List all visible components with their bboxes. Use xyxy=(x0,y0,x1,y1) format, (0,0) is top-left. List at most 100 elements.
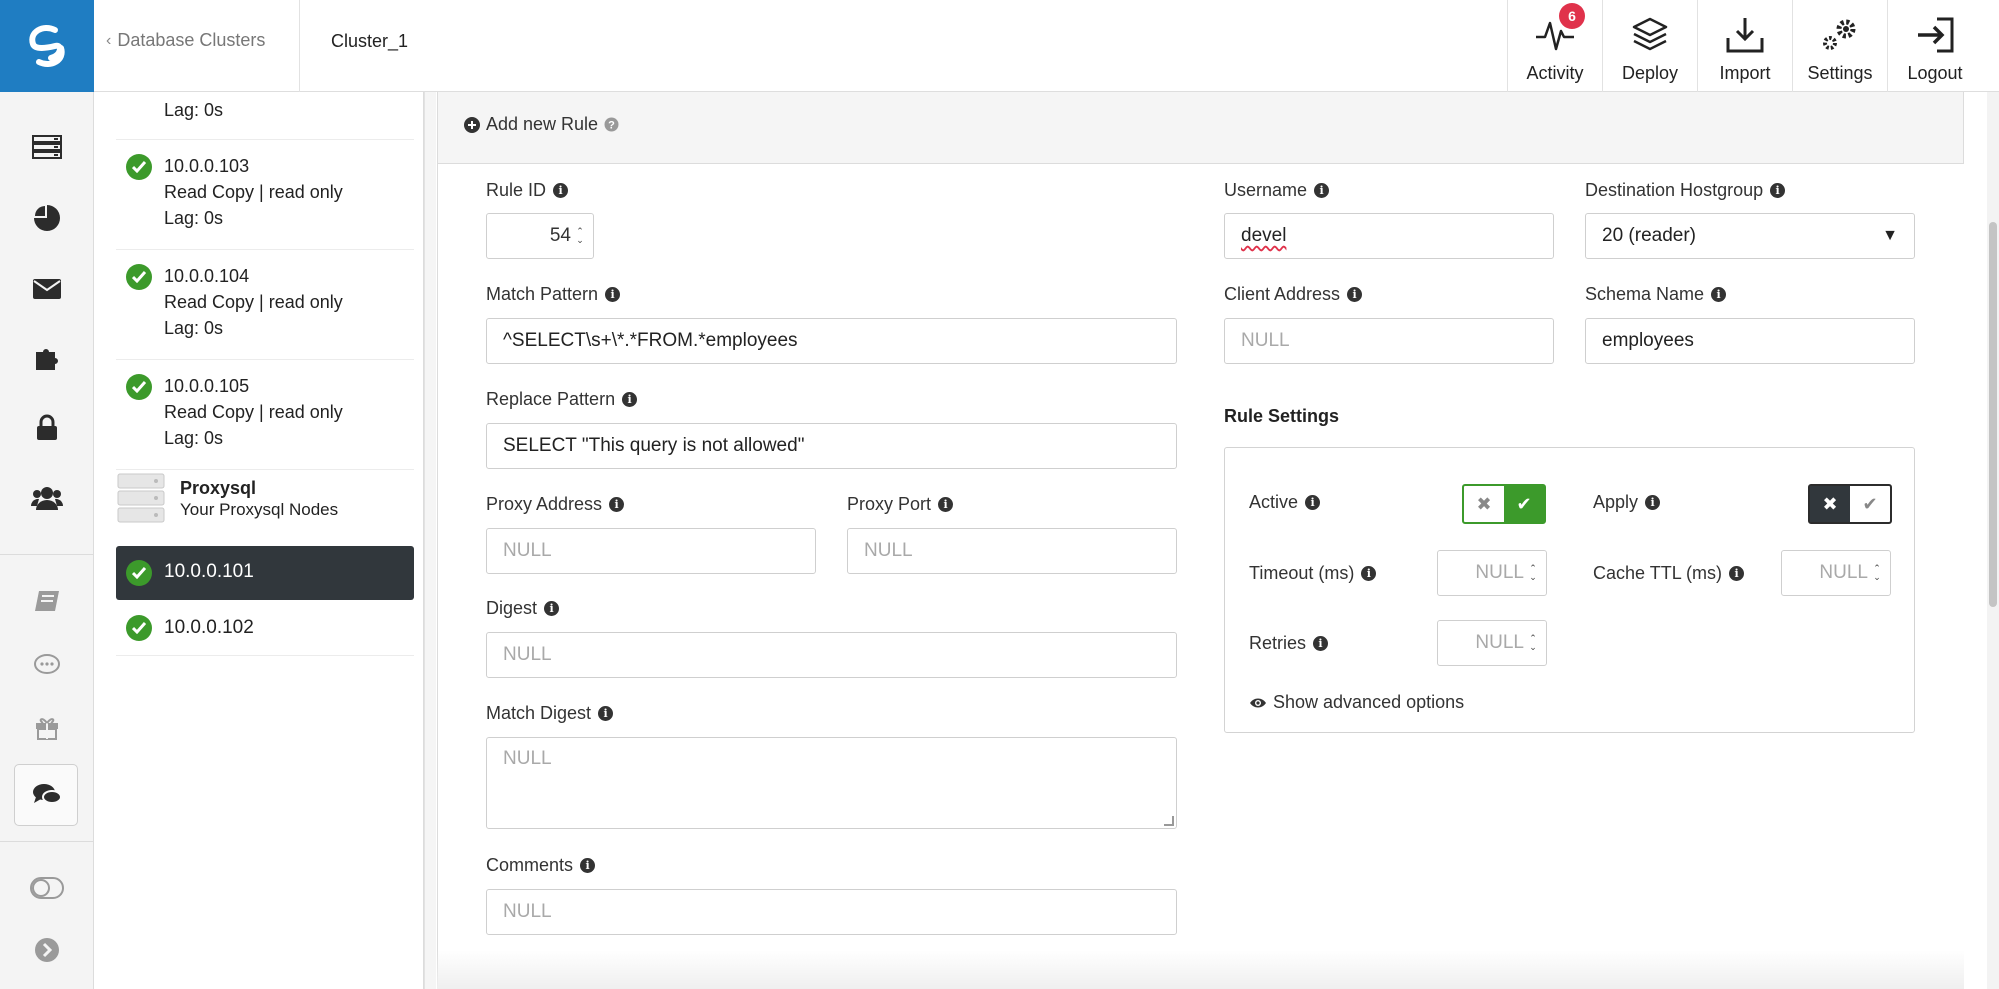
replace-pattern-label: Replace Pattern i xyxy=(486,389,638,410)
list-item[interactable]: 10.0.0.105 Read Copy | read only Lag: 0s xyxy=(116,360,414,470)
comments-input[interactable]: NULL xyxy=(486,889,1177,935)
proxy-port-input[interactable]: NULL xyxy=(847,528,1177,574)
toggle-icon[interactable] xyxy=(0,868,94,908)
info-icon[interactable]: i xyxy=(1305,495,1321,510)
client-address-input[interactable]: NULL xyxy=(1224,318,1554,364)
info-icon[interactable]: i xyxy=(605,287,621,302)
stepper-icon[interactable]: ⌃ ⌄ xyxy=(575,227,585,245)
info-icon[interactable]: i xyxy=(553,183,569,198)
info-icon[interactable]: i xyxy=(1645,495,1661,510)
node-lag: Lag: 0s xyxy=(164,100,224,120)
chevron-left-icon: ‹ xyxy=(106,31,112,49)
timeout-input[interactable]: NULL ⌃ ⌄ xyxy=(1437,550,1547,596)
info-icon[interactable]: i xyxy=(1313,636,1329,651)
nav-label: Import xyxy=(1719,63,1771,83)
expand-icon[interactable] xyxy=(0,930,94,970)
info-icon[interactable]: i xyxy=(1770,183,1786,198)
check-icon[interactable]: ✔ xyxy=(1850,486,1890,522)
breadcrumb-back-link[interactable]: ‹ Database Clusters xyxy=(106,30,265,51)
integrations-icon[interactable] xyxy=(0,338,94,378)
match-pattern-input[interactable]: ^SELECT\s+\*.*FROM.*employees xyxy=(486,318,1177,364)
node-role: Read Copy | read only xyxy=(164,402,343,422)
info-icon[interactable]: i xyxy=(1729,566,1745,581)
timeout-placeholder: NULL xyxy=(1475,562,1524,583)
list-item[interactable]: 10.0.0.104 Read Copy | read only Lag: 0s xyxy=(116,250,414,360)
show-advanced-options-link[interactable]: Show advanced options xyxy=(1249,692,1464,713)
users-icon[interactable] xyxy=(0,478,94,518)
nav-activity[interactable]: 6 Activity xyxy=(1507,0,1602,92)
node-role: Read Copy | read only xyxy=(164,292,343,312)
x-icon[interactable]: ✖ xyxy=(1464,486,1504,522)
proxysql-subtitle: Your Proxysql Nodes xyxy=(180,500,339,519)
match-pattern-label: Match Pattern i xyxy=(486,284,621,305)
list-item[interactable]: Lag: 0s xyxy=(116,92,414,140)
info-icon[interactable]: i xyxy=(598,706,614,721)
app-logo[interactable] xyxy=(0,0,94,92)
info-icon[interactable]: i xyxy=(1711,287,1727,302)
top-bar: ‹ Database Clusters Cluster_1 6 Activity… xyxy=(94,0,1999,92)
destination-hostgroup-select[interactable]: 20 (reader) ▼ xyxy=(1585,213,1915,259)
schema-name-input[interactable]: employees xyxy=(1585,318,1915,364)
destination-hostgroup-label: Destination Hostgroup i xyxy=(1585,180,1786,201)
help-icon[interactable]: ? xyxy=(604,117,619,132)
import-icon xyxy=(1725,13,1765,57)
nav-deploy[interactable]: Deploy xyxy=(1602,0,1697,92)
list-item-selected[interactable]: 10.0.0.101 xyxy=(116,546,414,600)
nav-settings[interactable]: Settings xyxy=(1792,0,1887,92)
scrollbar-thumb[interactable] xyxy=(1989,222,1997,607)
alarms-icon[interactable] xyxy=(0,269,94,309)
apply-toggle[interactable]: ✖ ✔ xyxy=(1808,484,1892,524)
nav-import[interactable]: Import xyxy=(1697,0,1792,92)
activity-badge: 6 xyxy=(1559,3,1585,29)
main-scrollbar[interactable] xyxy=(1987,92,1999,989)
node-lag: Lag: 0s xyxy=(164,318,224,338)
proxysql-group-header[interactable]: Proxysql Your Proxysql Nodes xyxy=(116,470,414,540)
x-icon[interactable]: ✖ xyxy=(1810,486,1850,522)
digest-label: Digest i xyxy=(486,598,560,619)
info-icon[interactable]: i xyxy=(580,858,596,873)
stepper-icon[interactable]: ⌃ ⌄ xyxy=(1872,564,1882,582)
plus-circle-icon xyxy=(464,116,480,133)
whats-new-icon[interactable] xyxy=(0,707,94,747)
info-icon[interactable]: i xyxy=(622,392,638,407)
nav-label: Deploy xyxy=(1621,63,1679,83)
list-item[interactable]: 10.0.0.102 xyxy=(116,600,414,656)
dashboards-icon[interactable] xyxy=(0,198,94,238)
list-item[interactable]: 10.0.0.103 Read Copy | read only Lag: 0s xyxy=(116,140,414,250)
cache-ttl-input[interactable]: NULL ⌃ ⌄ xyxy=(1781,550,1891,596)
info-icon[interactable]: i xyxy=(1347,287,1363,302)
stepper-icon[interactable]: ⌃ ⌄ xyxy=(1528,564,1538,582)
info-icon[interactable]: i xyxy=(1361,566,1377,581)
chat-icon[interactable] xyxy=(0,775,94,815)
info-icon[interactable]: i xyxy=(609,497,625,512)
rule-id-input[interactable]: 54 ⌃ ⌄ xyxy=(486,213,594,259)
left-nav-rail xyxy=(0,0,94,989)
breadcrumb-parent[interactable]: Database Clusters xyxy=(117,30,265,51)
active-toggle[interactable]: ✖ ✔ xyxy=(1462,484,1546,524)
cache-ttl-label: Cache TTL (ms) i xyxy=(1593,563,1745,584)
username-input[interactable]: devel xyxy=(1224,213,1554,259)
resize-handle-icon[interactable] xyxy=(1164,816,1174,826)
check-icon xyxy=(126,615,152,641)
nav-logout[interactable]: Logout xyxy=(1887,0,1982,92)
info-icon[interactable]: i xyxy=(938,497,954,512)
info-icon[interactable]: i xyxy=(1314,183,1330,198)
security-icon[interactable] xyxy=(0,408,94,448)
retries-input[interactable]: NULL ⌃ ⌄ xyxy=(1437,620,1547,666)
proxy-address-input[interactable]: NULL xyxy=(486,528,816,574)
docs-icon[interactable] xyxy=(0,582,94,622)
stepper-icon[interactable]: ⌃ ⌄ xyxy=(1528,634,1538,652)
feedback-icon[interactable] xyxy=(0,645,94,685)
add-rule-button[interactable]: Add new Rule ? xyxy=(464,114,619,135)
match-digest-textarea[interactable]: NULL xyxy=(486,737,1177,829)
nav-label: Activity xyxy=(1526,63,1584,83)
activity-icon: 6 xyxy=(1535,3,1585,57)
clusters-icon[interactable] xyxy=(0,127,94,167)
proxy-port-label: Proxy Port i xyxy=(847,494,954,515)
digest-input[interactable]: NULL xyxy=(486,632,1177,678)
node-list-scrollbar[interactable] xyxy=(424,92,436,989)
info-icon[interactable]: i xyxy=(544,601,560,616)
rail-divider xyxy=(0,841,94,842)
check-icon[interactable]: ✔ xyxy=(1504,486,1544,522)
replace-pattern-input[interactable]: SELECT "This query is not allowed" xyxy=(486,423,1177,469)
